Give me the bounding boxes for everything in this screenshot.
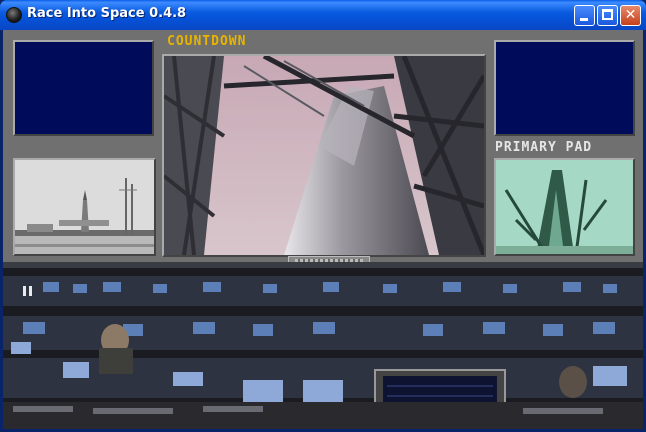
countdown-label: COUNTDOWN	[167, 34, 247, 49]
rocket-scene	[496, 160, 633, 254]
top-left-monitor	[13, 40, 154, 136]
launch-pad-camera-right	[494, 158, 635, 256]
top-right-monitor	[494, 40, 635, 136]
launch-pad-camera-left	[13, 158, 156, 256]
app-window: Race Into Space 0.4.8 ✕ COUNTDOWN PRIMAR…	[0, 0, 646, 432]
mission-control-room	[3, 262, 643, 429]
game-screen[interactable]: COUNTDOWN PRIMARY PAD	[3, 30, 643, 429]
title-bar[interactable]: Race Into Space 0.4.8 ✕	[0, 0, 646, 30]
primary-pad-label: PRIMARY PAD	[495, 140, 593, 155]
maximize-icon	[602, 9, 613, 20]
maximize-button[interactable]	[597, 5, 618, 26]
pause-icon[interactable]	[23, 286, 35, 296]
close-button[interactable]: ✕	[620, 5, 641, 26]
minimize-button[interactable]	[574, 5, 595, 26]
countdown-camera	[162, 54, 486, 257]
app-globe-icon[interactable]	[6, 7, 22, 23]
launch-pad-scene	[15, 160, 154, 254]
control-room-scene	[3, 262, 643, 429]
minimize-icon	[580, 18, 588, 21]
close-icon: ✕	[624, 7, 637, 23]
gantry-scene	[164, 56, 484, 255]
window-title: Race Into Space 0.4.8	[27, 6, 187, 21]
